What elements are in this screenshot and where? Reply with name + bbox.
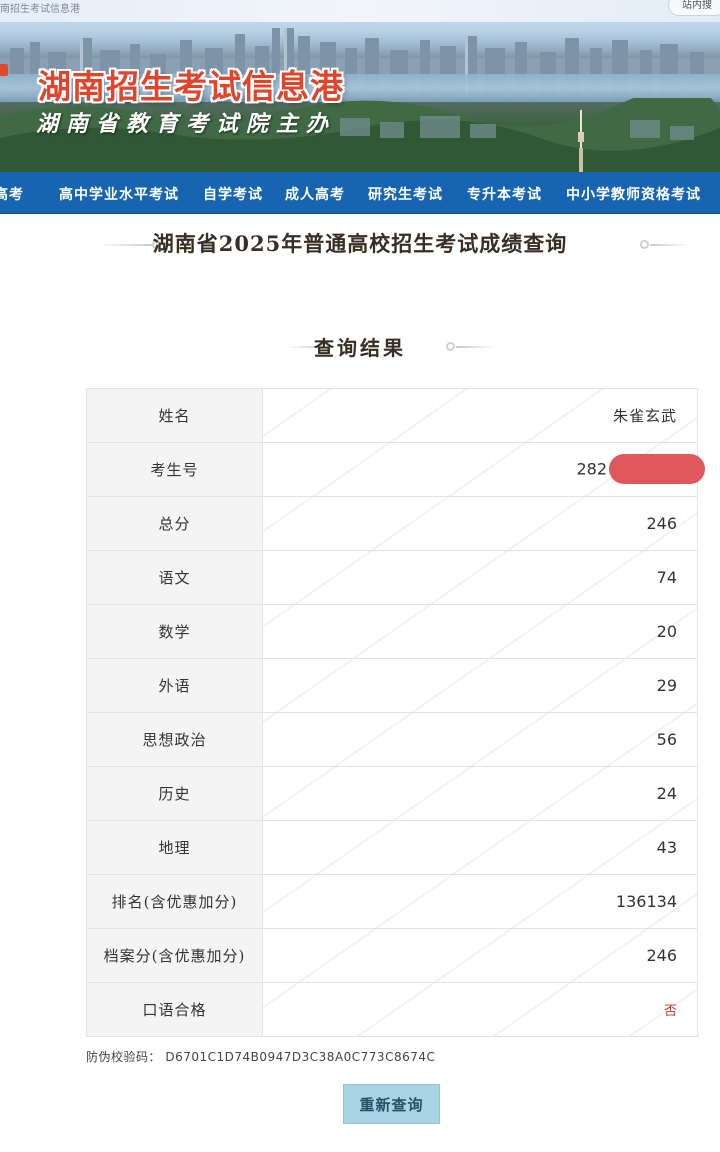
row-label: 历史 (86, 766, 263, 821)
row-label: 总分 (86, 496, 263, 551)
row-value: 74 (262, 550, 698, 605)
row-label: 地理 (86, 820, 263, 875)
table-row: 姓名 朱雀玄武 (86, 388, 698, 443)
table-row: 语文 74 (86, 550, 698, 605)
section-title: 查询结果 (314, 336, 406, 360)
nav-item-zikao[interactable]: 自学考试 (203, 184, 263, 204)
row-value: 136134 (262, 874, 698, 929)
banner-side-tab[interactable] (0, 64, 8, 76)
nav-item-xueye[interactable]: 高中学业水平考试 (59, 184, 179, 204)
row-value: 43 (262, 820, 698, 875)
banner-top-strip (0, 0, 720, 22)
nav-item-jiaozi[interactable]: 中小学教师资格考试 (566, 184, 701, 204)
score-result-table: 姓名 朱雀玄武 考生号 282 总分 246 语文 74 数学 20 外语 29… (86, 388, 705, 1037)
table-row: 外语 29 (86, 658, 698, 713)
page-title: 湖南省2025年普通高校招生考试成绩查询 (152, 231, 568, 256)
table-row: 考生号 282 (86, 442, 705, 497)
candidate-no-visible: 282 (576, 459, 607, 478)
table-row: 历史 24 (86, 766, 698, 821)
table-row: 总分 246 (86, 496, 698, 551)
nav-item-gaokao[interactable]: 高考 (0, 184, 24, 204)
site-search-button[interactable]: 站内搜 (668, 0, 720, 16)
site-logo-subtitle: 湖南省教育考试院主办 (36, 111, 337, 137)
table-row: 数学 20 (86, 604, 698, 659)
row-label: 语文 (86, 550, 263, 605)
row-label: 思想政治 (86, 712, 263, 767)
requery-button[interactable]: 重新查询 (343, 1084, 440, 1124)
verification-value: D6701C1D74B0947D3C38A0C773C8674C (165, 1050, 436, 1064)
section-deco-right (456, 346, 496, 348)
row-label: 档案分(含优惠加分) (86, 928, 263, 983)
header-banner: 南招生考试信息港 站内搜 湖南招生考试信息港 湖南省教育考试院主办 (0, 0, 720, 172)
row-label: 外语 (86, 658, 263, 713)
verification-label: 防伪校验码： (86, 1050, 162, 1064)
table-row: 思想政治 56 (86, 712, 698, 767)
redaction-mark (609, 453, 705, 484)
row-value: 246 (262, 496, 698, 551)
title-deco-dot-right (640, 240, 649, 249)
row-value: 29 (262, 658, 698, 713)
title-deco-right (650, 244, 690, 246)
row-value: 56 (262, 712, 698, 767)
section-deco-dot-right (446, 342, 455, 351)
verification-code: 防伪校验码： D6701C1D74B0947D3C38A0C773C8674C (86, 1048, 435, 1065)
row-value: 24 (262, 766, 698, 821)
row-label: 考生号 (86, 442, 263, 497)
row-label: 排名(含优惠加分) (86, 874, 263, 929)
row-value-candidate-no: 282 (262, 442, 705, 497)
site-small-title: 南招生考试信息港 (0, 4, 80, 15)
row-value-oral-pass: 否 (262, 982, 698, 1037)
row-label: 数学 (86, 604, 263, 659)
nav-item-yankao[interactable]: 研究生考试 (368, 184, 443, 204)
row-label: 口语合格 (86, 982, 263, 1037)
site-logo-title: 湖南招生考试信息港 (38, 67, 344, 106)
nav-item-chengkao[interactable]: 成人高考 (285, 184, 345, 204)
row-value: 246 (262, 928, 698, 983)
nav-item-zhuanshengben[interactable]: 专升本考试 (467, 184, 542, 204)
row-value: 20 (262, 604, 698, 659)
table-row: 排名(含优惠加分) 136134 (86, 874, 698, 929)
table-row: 地理 43 (86, 820, 698, 875)
main-nav: 高考 高中学业水平考试 自学考试 成人高考 研究生考试 专升本考试 中小学教师资… (0, 172, 720, 214)
row-label: 姓名 (86, 388, 263, 443)
table-row: 档案分(含优惠加分) 246 (86, 928, 698, 983)
row-value: 朱雀玄武 (262, 388, 698, 443)
table-row: 口语合格 否 (86, 982, 698, 1037)
tv-tower-image (578, 110, 584, 172)
